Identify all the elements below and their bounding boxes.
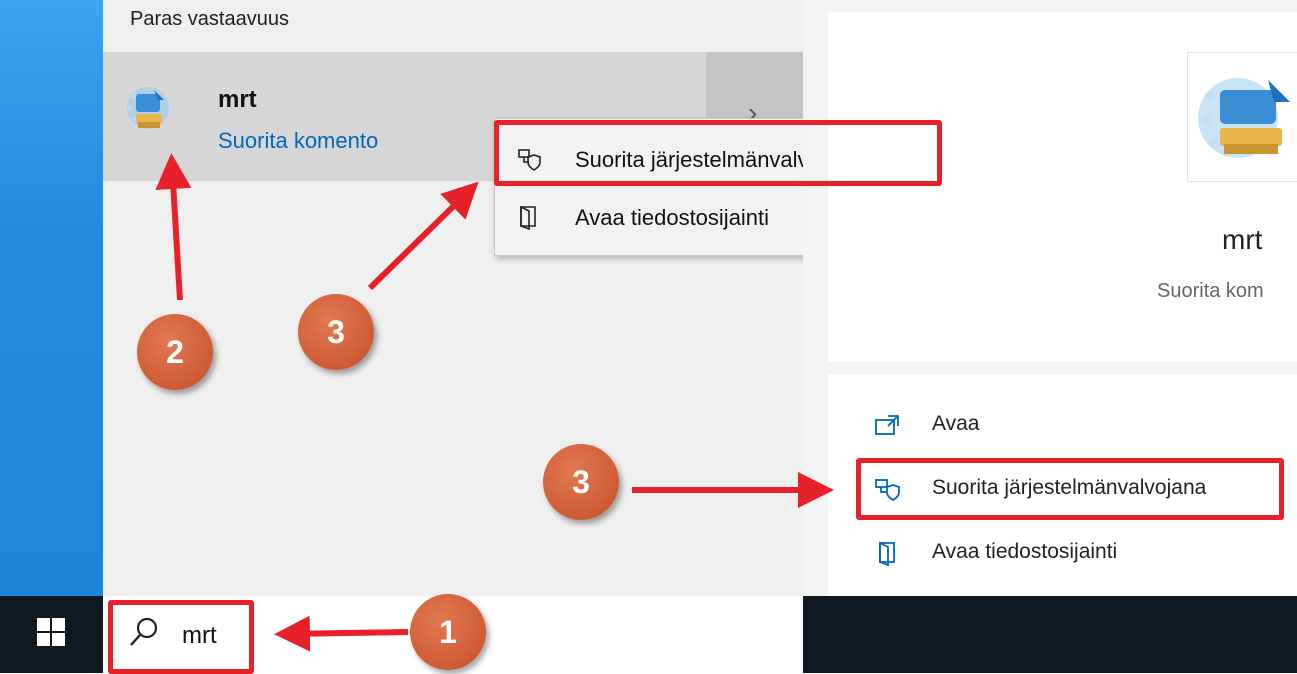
highlight-box <box>856 458 1284 520</box>
windows-logo-icon <box>37 618 65 646</box>
step-badge-3: 3 <box>298 294 374 370</box>
desktop-background <box>0 0 103 596</box>
start-button[interactable] <box>0 596 103 673</box>
mrt-app-icon <box>1198 78 1290 158</box>
open-icon <box>875 415 899 435</box>
preview-name: mrt <box>1222 224 1263 255</box>
open-file-location-icon <box>520 205 536 230</box>
step-badge-3: 3 <box>543 444 619 520</box>
action-label: Avaa tiedostosijainti <box>932 540 1118 563</box>
action-open-file-location[interactable]: Avaa tiedostosijainti <box>870 530 1290 574</box>
result-type: Suorita komento <box>218 128 379 153</box>
open-file-location-icon <box>879 541 895 566</box>
best-match-header: Paras vastaavuus <box>130 8 289 30</box>
step-badge-1: 1 <box>410 594 486 670</box>
step-badge-2: 2 <box>137 314 213 390</box>
preview-type: Suorita kom <box>1157 280 1264 302</box>
mrt-app-icon <box>127 87 169 129</box>
action-label: Avaa <box>932 412 980 435</box>
highlight-box <box>494 120 942 186</box>
result-name: mrt <box>218 86 257 113</box>
action-open[interactable]: Avaa <box>870 402 1290 446</box>
highlight-box <box>108 600 254 674</box>
context-menu-item-label: Avaa tiedostosijainti <box>575 205 770 230</box>
